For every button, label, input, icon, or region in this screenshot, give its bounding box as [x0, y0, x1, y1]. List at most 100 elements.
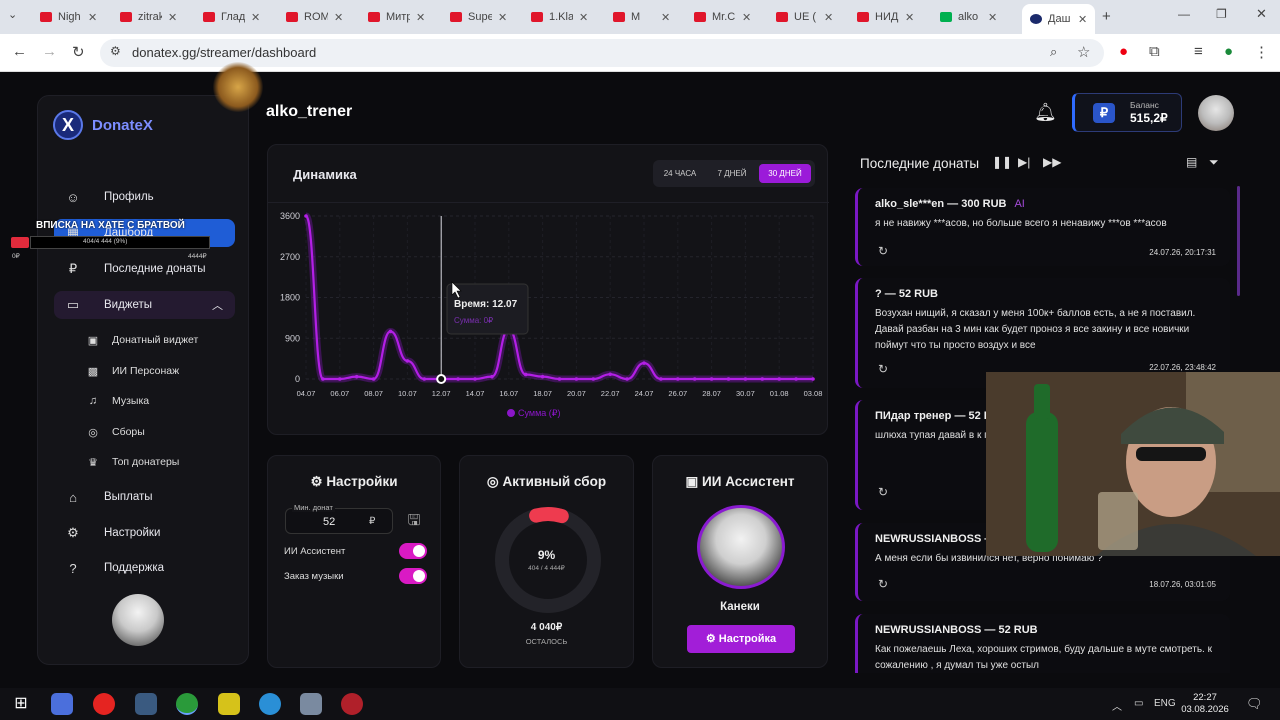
data-point[interactable]	[811, 377, 815, 381]
data-point[interactable]	[321, 377, 325, 381]
language-indicator[interactable]: ENG	[1154, 698, 1176, 709]
data-point[interactable]	[523, 372, 528, 377]
replay-icon[interactable]: ↻	[878, 244, 888, 258]
tab-search-chevron-icon[interactable]: ⌄	[8, 8, 17, 21]
data-point[interactable]	[777, 377, 781, 381]
balance-card[interactable]: ₽ Баланс 515,2₽	[1072, 93, 1182, 132]
fast-forward-icon[interactable]: ▶▶	[1043, 155, 1061, 169]
data-point[interactable]	[557, 377, 562, 381]
browser-tab[interactable]: Supe ✕	[450, 6, 507, 28]
close-tab-icon[interactable]: ✕	[579, 11, 588, 24]
user-avatar[interactable]	[1198, 95, 1234, 131]
network-icon[interactable]: ▭	[1134, 698, 1143, 709]
telegram-icon[interactable]	[259, 693, 281, 715]
data-point[interactable]	[456, 377, 460, 381]
bell-icon[interactable]: 🔔︎	[1034, 102, 1057, 123]
browser-tab[interactable]: Nigh ✕	[40, 6, 97, 28]
browser-tab[interactable]: ROM ✕	[286, 6, 343, 28]
line-chart[interactable]: 0 900 1800 2700 3600 04.07 06.07 08.07 10.07 12.0…	[268, 145, 829, 436]
close-tab-icon[interactable]: ✕	[334, 11, 343, 24]
skip-icon[interactable]: ▶|	[1018, 155, 1030, 169]
data-point[interactable]	[608, 372, 612, 377]
data-point[interactable]	[692, 377, 697, 381]
sub-goals[interactable]: ◎ Сборы	[86, 422, 145, 442]
ai-settings-button[interactable]: ⚙ Настройка	[687, 625, 795, 653]
clear-icon[interactable]: ▤	[1186, 155, 1197, 169]
browser-tab[interactable]: НИД ✕	[857, 6, 914, 28]
nav-widgets[interactable]: ▭ Виджеты ︿	[54, 291, 235, 319]
data-point[interactable]	[726, 377, 731, 381]
data-point[interactable]	[371, 377, 376, 381]
back-arrow-icon[interactable]: ←	[12, 43, 27, 60]
data-point[interactable]	[354, 374, 359, 379]
nav-settings[interactable]: ⚙ Настройки	[54, 519, 235, 547]
min-donation-value[interactable]: 52	[323, 516, 335, 528]
forward-arrow-icon[interactable]: →	[42, 43, 57, 60]
sidebar-avatar[interactable]	[112, 594, 164, 646]
browser-tab[interactable]: Mr.C ✕	[694, 6, 751, 28]
data-point[interactable]	[709, 377, 714, 381]
extensions-icon[interactable]: ⧉	[1149, 43, 1160, 60]
minimize-icon[interactable]: —	[1178, 7, 1190, 21]
data-point[interactable]	[625, 377, 629, 381]
media-control-icon[interactable]: ≡	[1194, 43, 1203, 60]
new-tab-plus-icon[interactable]: +	[1102, 8, 1111, 25]
filter-icon[interactable]: ⏷	[1209, 155, 1219, 170]
donations-scrollbar[interactable]	[1237, 186, 1240, 296]
nav-support[interactable]: ? Поддержка	[54, 554, 235, 582]
data-point[interactable]	[338, 377, 342, 381]
close-tab-icon[interactable]: ✕	[416, 11, 425, 24]
music-order-toggle[interactable]	[399, 568, 427, 584]
browser-menu-icon[interactable]: ⋮	[1254, 43, 1269, 61]
sub-top-donators[interactable]: ♛ Топ донатеры	[86, 452, 179, 472]
close-tab-icon[interactable]: ✕	[905, 11, 914, 24]
data-point[interactable]	[743, 377, 748, 381]
chrome-icon[interactable]	[176, 693, 198, 715]
clock[interactable]: 22:27 03.08.2026	[1180, 692, 1230, 716]
close-tab-icon[interactable]: ✕	[251, 11, 260, 24]
data-point[interactable]	[473, 377, 477, 381]
data-point[interactable]	[574, 377, 579, 381]
close-tab-icon[interactable]: ✕	[824, 11, 833, 24]
nav-profile[interactable]: ☺ Профиль	[54, 183, 235, 211]
data-point[interactable]	[591, 377, 596, 381]
close-tab-icon[interactable]: ✕	[88, 11, 97, 24]
browser-tab[interactable]: Митр ✕	[368, 6, 425, 28]
data-point[interactable]	[304, 214, 308, 218]
replay-icon[interactable]: ↻	[878, 485, 888, 499]
windows-start-icon[interactable]: ⊞	[10, 693, 32, 715]
chevron-up-icon[interactable]: ︿	[212, 297, 223, 313]
app-icon[interactable]	[218, 693, 240, 715]
donation-item[interactable]: NEWRUSSIANBOSS — 52 RUB Как пожелаешь Ле…	[855, 614, 1230, 673]
profile-icon[interactable]: ●	[1224, 43, 1233, 60]
data-point[interactable]	[760, 377, 765, 381]
ai-assistant-toggle[interactable]	[399, 543, 427, 559]
app-icon[interactable]	[300, 693, 322, 715]
pause-icon[interactable]: ❚❚	[992, 155, 1012, 169]
data-point[interactable]	[642, 361, 646, 365]
data-point[interactable]	[405, 359, 410, 363]
donatex-logo-icon[interactable]: X	[53, 110, 83, 140]
browser-tab[interactable]: 1.Kla ✕	[531, 6, 588, 28]
sub-music[interactable]: ♫ Музыка	[86, 391, 149, 411]
data-point[interactable]	[422, 377, 427, 381]
ai-avatar[interactable]	[697, 505, 785, 589]
sub-donation-widget[interactable]: ▣ Донатный виджет	[86, 330, 199, 350]
data-point[interactable]	[490, 374, 494, 379]
replay-icon[interactable]: ↻	[878, 577, 888, 591]
maximize-icon[interactable]: ❐	[1216, 7, 1227, 21]
nav-recent-donations[interactable]: ₽ Последние донаты	[54, 255, 235, 283]
app-icon[interactable]	[135, 693, 157, 715]
close-tab-icon[interactable]: ✕	[661, 11, 670, 24]
close-tab-icon[interactable]: ✕	[498, 11, 507, 24]
site-info-icon[interactable]: ⚙	[110, 44, 121, 58]
data-point[interactable]	[794, 377, 798, 381]
sub-ai-character[interactable]: ▩ ИИ Персонаж	[86, 361, 179, 381]
address-bar[interactable]: ⚙ donatex.gg/streamer/dashboard	[100, 39, 1104, 67]
close-tab-icon[interactable]: ✕	[988, 11, 997, 24]
browser-tab[interactable]: M ✕	[613, 6, 670, 28]
bookmark-star-icon[interactable]: ☆	[1077, 43, 1090, 61]
opera-icon[interactable]: ●	[1119, 43, 1128, 60]
discord-icon[interactable]	[51, 693, 73, 715]
data-point[interactable]	[388, 329, 393, 334]
